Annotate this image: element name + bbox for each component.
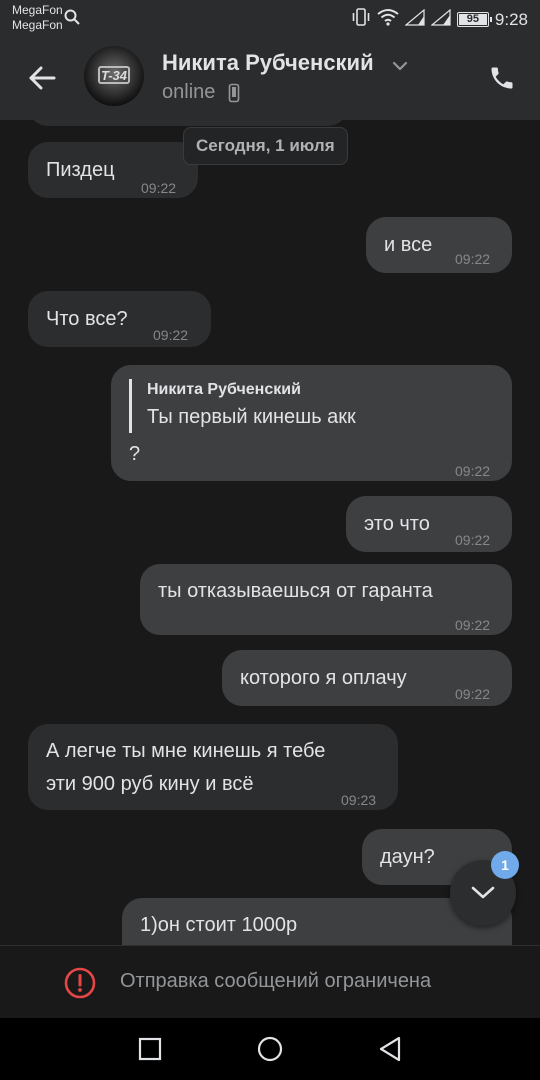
back-button[interactable] bbox=[22, 58, 62, 98]
message-bubble-incoming[interactable]: Пиздец 09:22 bbox=[28, 142, 198, 198]
message-bubble-outgoing[interactable]: и все 09:22 bbox=[366, 217, 512, 273]
phone-icon bbox=[491, 67, 513, 89]
avatar[interactable]: T-34 bbox=[84, 46, 144, 106]
message-time: 09:23 bbox=[341, 792, 377, 808]
home-button[interactable] bbox=[255, 1034, 285, 1064]
battery-indicator: 95 bbox=[456, 12, 492, 27]
battery-level: 95 bbox=[466, 13, 480, 25]
message-bubble-outgoing-reply[interactable]: Никита Рубченский Ты первый кинешь акк ?… bbox=[111, 365, 512, 481]
reply-text: Ты первый кинешь акк bbox=[147, 406, 356, 428]
restriction-notice: Отправка сообщений ограничена bbox=[0, 945, 540, 1018]
clock: 9:28 bbox=[494, 9, 528, 29]
message-text-line-1: А легче ты мне кинешь я тебе bbox=[46, 740, 326, 762]
message-time: 09:22 bbox=[455, 251, 491, 267]
message-text: Что все? bbox=[46, 308, 128, 330]
carrier-1: MegaFon bbox=[12, 3, 63, 17]
carrier-2: MegaFon bbox=[12, 18, 63, 32]
chevron-down-icon[interactable] bbox=[392, 58, 408, 76]
message-text: ты отказываешься от гаранта bbox=[158, 580, 433, 602]
system-back-button[interactable] bbox=[375, 1034, 405, 1064]
message-text: даун? bbox=[380, 846, 435, 868]
message-bubble-partial[interactable] bbox=[28, 120, 348, 126]
signal-icon-2 bbox=[430, 8, 451, 31]
recents-button[interactable] bbox=[135, 1034, 165, 1064]
contact-status: online bbox=[162, 81, 216, 103]
system-nav-bar bbox=[0, 1018, 540, 1080]
message-bubble-outgoing[interactable]: это что 09:22 bbox=[346, 496, 512, 552]
status-bar: MegaFon MegaFon 95 9:28 bbox=[0, 0, 540, 36]
chat-header: T-34 Никита Рубченский online bbox=[0, 36, 540, 120]
message-text: ? bbox=[129, 443, 141, 465]
avatar-text: T-34 bbox=[100, 68, 127, 83]
message-text: это что bbox=[364, 513, 430, 535]
message-time: 09:22 bbox=[455, 686, 491, 702]
message-list[interactable]: Сегодня, 1 июля Пиздец 09:22 и все 09:22… bbox=[0, 120, 540, 945]
message-time: 09:22 bbox=[455, 532, 491, 548]
message-time: 09:22 bbox=[455, 617, 491, 633]
arrow-left-icon bbox=[29, 66, 56, 90]
unread-badge: 1 bbox=[491, 851, 519, 879]
message-text: 1)он стоит 1000р bbox=[140, 914, 298, 936]
vibrate-icon bbox=[351, 8, 371, 31]
signal-icon-1 bbox=[404, 8, 425, 31]
message-text-line-2: эти 900 руб кину и всё bbox=[46, 773, 254, 795]
wifi-icon bbox=[377, 8, 399, 31]
status-icons: 95 9:28 bbox=[351, 8, 528, 31]
message-text: которого я оплачу bbox=[240, 667, 407, 689]
chevron-down-icon bbox=[471, 886, 495, 899]
app-root: MegaFon MegaFon 95 9:28 T-34 Никита Рубч… bbox=[0, 0, 540, 1080]
message-text: Пиздец bbox=[46, 159, 115, 181]
restriction-text: Отправка сообщений ограничена bbox=[120, 970, 432, 992]
square-icon bbox=[138, 1037, 162, 1061]
mobile-device-icon bbox=[228, 83, 240, 108]
warning-icon bbox=[64, 967, 96, 1004]
carrier-labels: MegaFon MegaFon bbox=[12, 3, 63, 33]
call-button[interactable] bbox=[482, 58, 522, 98]
date-separator: Сегодня, 1 июля bbox=[183, 127, 348, 165]
message-bubble-outgoing[interactable]: ты отказываешься от гаранта 09:22 bbox=[140, 564, 512, 635]
message-time: 09:22 bbox=[455, 463, 491, 479]
message-bubble-incoming[interactable]: Что все? 09:22 bbox=[28, 291, 211, 347]
message-text: и все bbox=[384, 234, 433, 256]
reply-author: Никита Рубченский bbox=[147, 381, 301, 398]
circle-icon bbox=[257, 1036, 283, 1062]
message-time: 09:22 bbox=[141, 180, 177, 196]
message-bubble-outgoing[interactable]: которого я оплачу 09:22 bbox=[222, 650, 512, 706]
message-bubble-incoming[interactable]: А легче ты мне кинешь я тебе эти 900 руб… bbox=[28, 724, 398, 810]
message-time: 09:22 bbox=[153, 327, 189, 343]
contact-name[interactable]: Никита Рубченский bbox=[162, 50, 374, 76]
triangle-back-icon bbox=[379, 1036, 401, 1062]
reply-quote[interactable]: Никита Рубченский Ты первый кинешь акк bbox=[129, 379, 356, 433]
search-icon bbox=[64, 9, 80, 30]
